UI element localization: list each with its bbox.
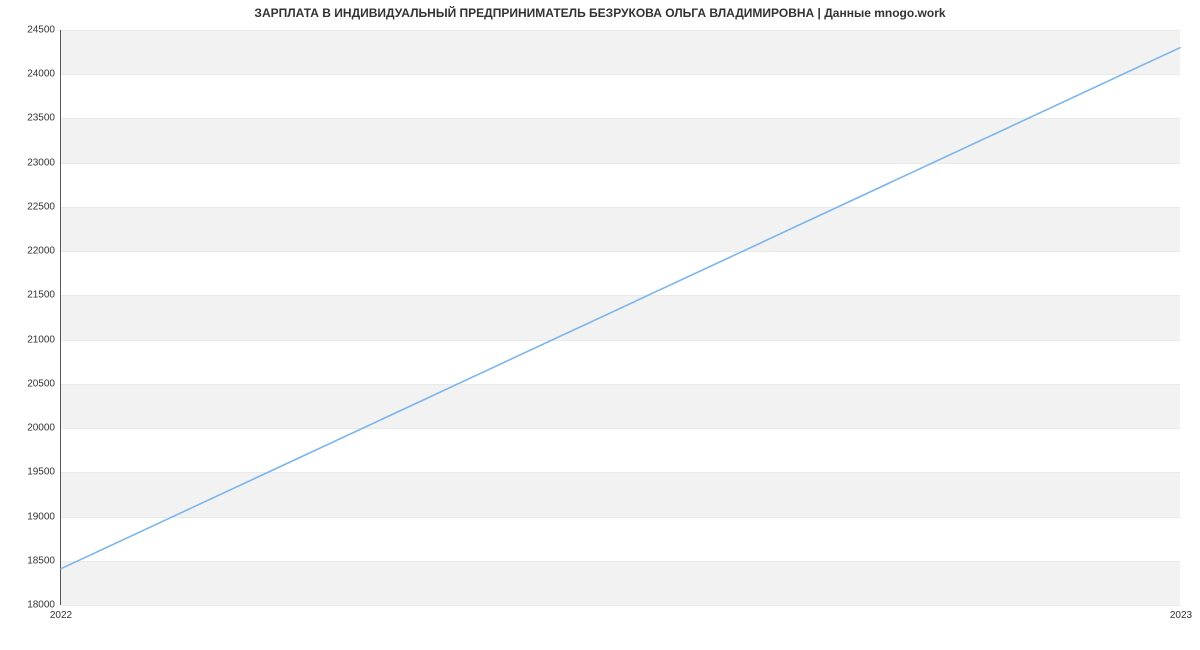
y-tick-label: 21500 <box>27 290 61 301</box>
x-tick-label: 2022 <box>50 604 72 621</box>
chart-title: ЗАРПЛАТА В ИНДИВИДУАЛЬНЫЙ ПРЕДПРИНИМАТЕЛ… <box>0 6 1200 20</box>
chart-container: ЗАРПЛАТА В ИНДИВИДУАЛЬНЫЙ ПРЕДПРИНИМАТЕЛ… <box>0 0 1200 650</box>
y-tick-label: 22000 <box>27 246 61 257</box>
y-tick-label: 24000 <box>27 69 61 80</box>
plot-area: 1800018500190001950020000205002100021500… <box>60 30 1180 605</box>
y-gridline <box>61 605 1180 606</box>
y-tick-label: 23000 <box>27 157 61 168</box>
y-tick-label: 24500 <box>27 25 61 36</box>
y-tick-label: 19500 <box>27 467 61 478</box>
y-tick-label: 22500 <box>27 201 61 212</box>
series-line <box>61 48 1180 569</box>
y-tick-label: 20000 <box>27 423 61 434</box>
line-layer <box>61 30 1180 604</box>
x-tick-label: 2023 <box>1170 604 1192 621</box>
y-tick-label: 21000 <box>27 334 61 345</box>
y-tick-label: 23500 <box>27 113 61 124</box>
y-tick-label: 20500 <box>27 378 61 389</box>
y-tick-label: 19000 <box>27 511 61 522</box>
y-tick-label: 18500 <box>27 555 61 566</box>
